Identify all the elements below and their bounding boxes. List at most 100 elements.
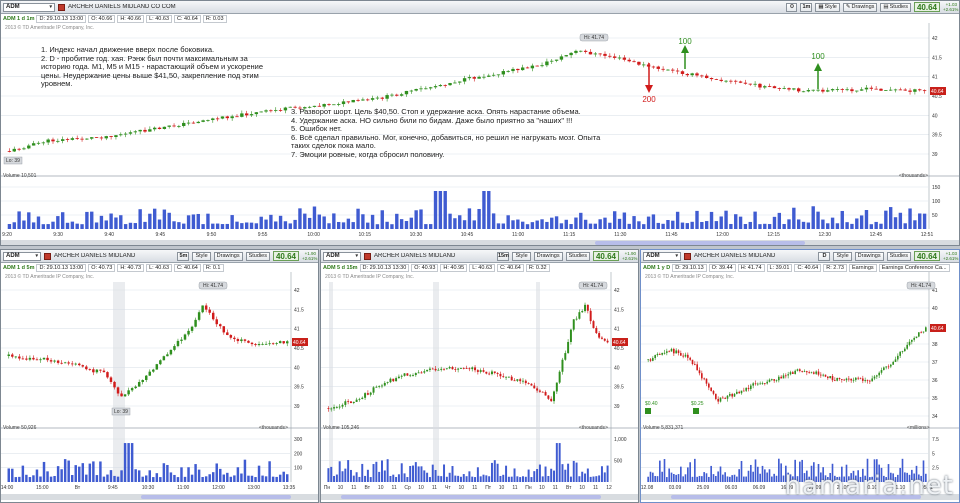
volume-bar xyxy=(796,219,801,229)
candle-body xyxy=(152,127,157,130)
candle-body xyxy=(753,83,757,85)
candle-body xyxy=(736,391,738,394)
candle-body xyxy=(632,61,636,63)
candle-body xyxy=(581,311,584,313)
volume-bar xyxy=(761,465,764,482)
volume-bar xyxy=(222,474,226,482)
candle-body xyxy=(56,140,60,142)
volume-bar xyxy=(145,475,148,482)
volume-label: Volume 105,246 xyxy=(323,425,360,431)
volume-bar xyxy=(346,218,351,229)
candle-body xyxy=(423,371,426,373)
candle-body xyxy=(752,383,754,386)
volume-bar xyxy=(143,221,147,229)
volume-bar xyxy=(588,223,593,229)
candle-body xyxy=(172,125,176,127)
volume-bar xyxy=(677,474,680,482)
volume-bar xyxy=(355,472,358,482)
time-scrollbar[interactable] xyxy=(1,494,318,500)
candle-body xyxy=(104,136,108,139)
candle-body xyxy=(358,398,361,400)
candle-body xyxy=(474,367,477,371)
candle-body xyxy=(201,305,204,313)
candle-body xyxy=(922,331,925,333)
candle-body xyxy=(445,368,448,370)
candle-body xyxy=(406,373,409,376)
candle-body xyxy=(67,362,70,364)
scroll-thumb[interactable] xyxy=(341,495,601,499)
time-axis-label: 15:00 xyxy=(36,485,49,491)
volume-bar xyxy=(109,470,113,482)
volume-bar xyxy=(211,223,215,229)
candle-body xyxy=(550,60,554,62)
volume-bar xyxy=(743,476,745,482)
candle-body xyxy=(801,91,806,93)
volume-bar xyxy=(226,472,229,482)
candle-body xyxy=(381,385,383,387)
volume-bar xyxy=(409,465,412,482)
candle-body xyxy=(468,368,471,370)
candle-body xyxy=(7,354,10,356)
volume-bar xyxy=(92,461,95,482)
volume-bar xyxy=(344,468,347,482)
chart-panel-5m: ADM ▾ ARCHER DANIELS MIDLAND 5m Style Dra… xyxy=(0,249,319,503)
volume-bar xyxy=(476,467,479,482)
candle-body xyxy=(808,372,810,374)
candle-body xyxy=(714,79,719,80)
volume-bar xyxy=(133,223,138,229)
time-axis-label: 10 xyxy=(418,485,424,491)
candle-body xyxy=(710,387,712,391)
candle-body xyxy=(782,375,785,379)
time-axis-label: 11 xyxy=(351,485,356,491)
volume-bar xyxy=(254,223,259,229)
candle-body xyxy=(561,359,564,372)
candle-body xyxy=(748,83,752,85)
candle-body xyxy=(722,397,724,399)
candle-body xyxy=(182,122,186,126)
watermark: hamaria.net xyxy=(784,471,954,501)
scroll-thumb[interactable] xyxy=(141,495,291,499)
candle-body xyxy=(811,89,815,91)
time-axis-label: 11 xyxy=(432,485,437,491)
candle-body xyxy=(890,364,892,367)
candle-body xyxy=(462,368,465,369)
volume-bar xyxy=(572,460,575,482)
price-axis-label: 39 xyxy=(932,152,938,158)
volume-bar xyxy=(547,476,550,482)
volume-bar xyxy=(41,224,46,229)
volume-bar xyxy=(584,473,587,482)
candle-body xyxy=(183,334,187,340)
volume-bar xyxy=(183,476,187,482)
candle-body xyxy=(448,367,451,369)
candle-body xyxy=(878,372,880,376)
candle-body xyxy=(355,399,358,402)
candle-body xyxy=(506,71,510,72)
candle-body xyxy=(792,88,796,90)
volume-bar xyxy=(119,215,123,229)
volume-bar xyxy=(157,219,162,229)
volume-bar xyxy=(434,470,437,482)
volume-bar xyxy=(724,210,728,229)
time-axis-label: 11 xyxy=(392,485,397,491)
volume-bar xyxy=(283,221,288,229)
volume-bar xyxy=(666,477,668,482)
candle-body xyxy=(740,390,743,394)
chart-canvas-15m: 42 41.5 41 40.5 40 39.5 39 1,000 500 Пн 10 11 Вт 10 11… xyxy=(321,272,638,491)
price-axis-label: 41.5 xyxy=(932,55,942,61)
volume-bar xyxy=(39,476,42,482)
volume-bar xyxy=(522,476,524,482)
price-axis-label: 39 xyxy=(294,404,300,410)
time-scrollbar[interactable] xyxy=(1,240,959,245)
time-scrollbar[interactable] xyxy=(321,494,638,500)
volume-bar xyxy=(704,221,709,229)
volume-label: Volume 10,501 xyxy=(3,173,37,179)
candle-body xyxy=(215,118,220,120)
volume-bar xyxy=(307,217,312,229)
candle-body xyxy=(510,376,513,381)
volume-bar xyxy=(180,467,183,482)
volume-bar xyxy=(673,473,675,482)
volume-bar xyxy=(361,214,365,229)
arrow-up-label: 100 xyxy=(678,37,692,46)
volume-bar xyxy=(649,471,652,482)
scroll-thumb[interactable] xyxy=(595,241,805,245)
